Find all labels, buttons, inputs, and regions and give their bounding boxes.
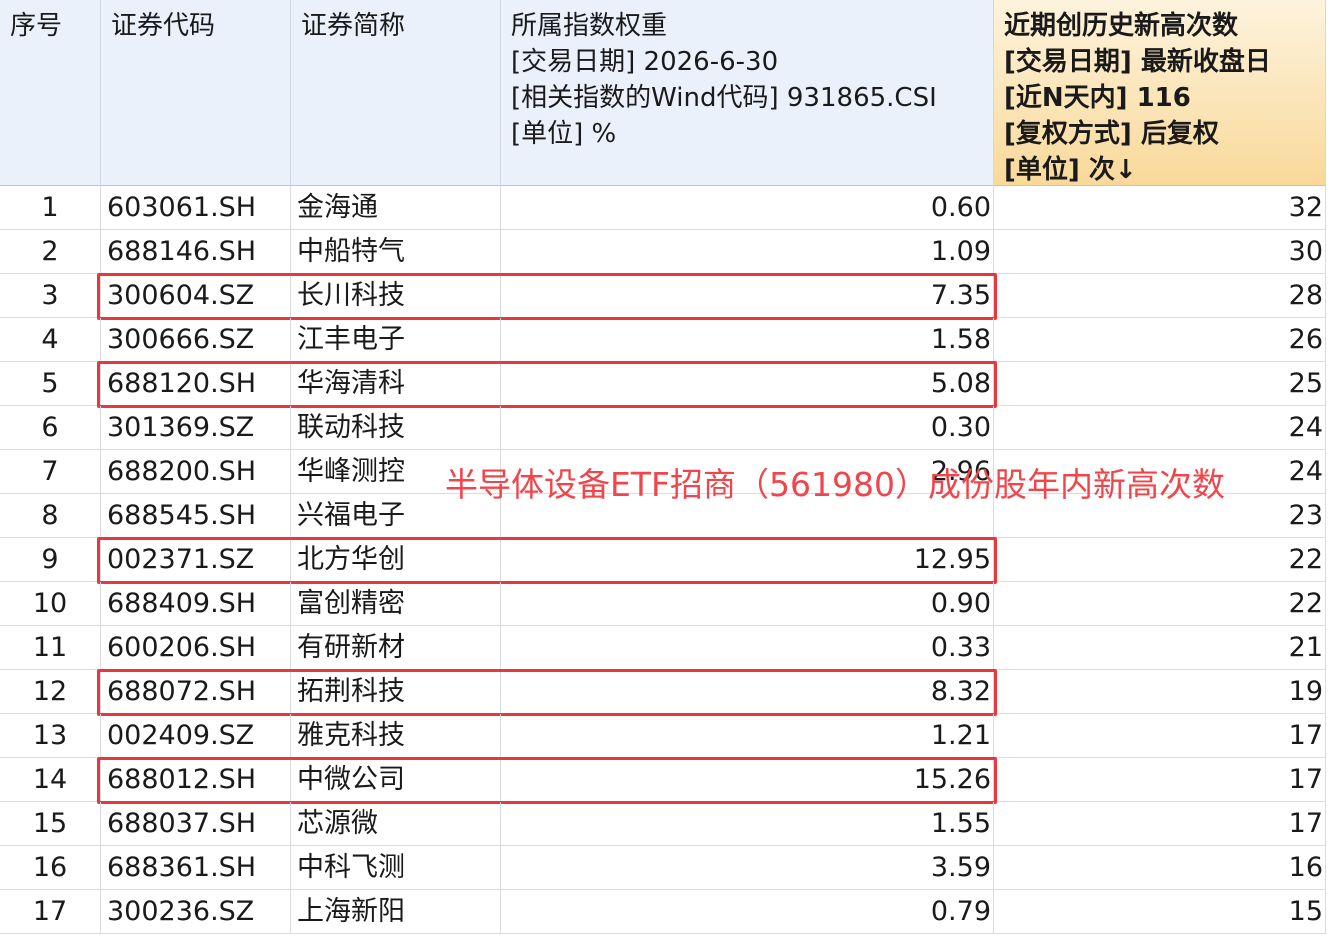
seq-cell: 13 — [0, 714, 101, 758]
name-cell: 富创精密 — [291, 582, 501, 626]
seq-cell: 4 — [0, 318, 101, 362]
table-row[interactable]: 13 002409.SZ 雅克科技 1.21 17 — [0, 714, 1326, 758]
weight-cell: 0.60 — [501, 186, 994, 230]
code-cell: 300236.SZ — [101, 890, 291, 934]
code-cell: 603061.SH — [101, 186, 291, 230]
count-cell: 24 — [994, 406, 1326, 450]
header-code[interactable]: 证券代码 — [101, 0, 291, 186]
seq-cell: 3 — [0, 274, 101, 318]
count-cell: 17 — [994, 758, 1326, 802]
name-cell: 有研新材 — [291, 626, 501, 670]
weight-cell: 1.55 — [501, 802, 994, 846]
seq-cell: 5 — [0, 362, 101, 406]
name-cell: 江丰电子 — [291, 318, 501, 362]
code-cell: 688037.SH — [101, 802, 291, 846]
highlight-box — [97, 669, 997, 716]
weight-cell: 0.33 — [501, 626, 994, 670]
code-cell: 688409.SH — [101, 582, 291, 626]
weight-cell: 0.79 — [501, 890, 994, 934]
weight-cell: 1.09 — [501, 230, 994, 274]
table-row[interactable]: 4 300666.SZ 江丰电子 1.58 26 — [0, 318, 1326, 362]
seq-cell: 16 — [0, 846, 101, 890]
seq-cell: 14 — [0, 758, 101, 802]
table-row[interactable]: 2 688146.SH 中船特气 1.09 30 — [0, 230, 1326, 274]
highlight-box — [97, 273, 997, 320]
count-cell: 26 — [994, 318, 1326, 362]
count-cell: 19 — [994, 670, 1326, 714]
seq-cell: 12 — [0, 670, 101, 714]
count-cell: 22 — [994, 538, 1326, 582]
code-cell: 688200.SH — [101, 450, 291, 494]
count-cell: 32 — [994, 186, 1326, 230]
table-row[interactable]: 10 688409.SH 富创精密 0.90 22 — [0, 582, 1326, 626]
table-row[interactable]: 17 300236.SZ 上海新阳 0.79 15 — [0, 890, 1326, 934]
seq-cell: 10 — [0, 582, 101, 626]
table-row[interactable]: 1 603061.SH 金海通 0.60 32 — [0, 186, 1326, 230]
seq-cell: 11 — [0, 626, 101, 670]
highlight-box — [97, 361, 997, 408]
name-cell: 中科飞测 — [291, 846, 501, 890]
header-index-weight[interactable]: 所属指数权重 [交易日期] 2026-6-30 [相关指数的Wind代码] 93… — [501, 0, 994, 186]
weight-cell: 0.30 — [501, 406, 994, 450]
code-cell: 688361.SH — [101, 846, 291, 890]
stock-table: 序号 证券代码 证券简称 所属指数权重 [交易日期] 2026-6-30 [相关… — [0, 0, 1342, 936]
count-cell: 15 — [994, 890, 1326, 934]
count-cell: 28 — [994, 274, 1326, 318]
seq-cell: 6 — [0, 406, 101, 450]
weight-cell: 1.21 — [501, 714, 994, 758]
highlight-box — [97, 537, 997, 584]
count-cell: 21 — [994, 626, 1326, 670]
table-row[interactable]: 15 688037.SH 芯源微 1.55 17 — [0, 802, 1326, 846]
seq-cell: 1 — [0, 186, 101, 230]
name-cell: 芯源微 — [291, 802, 501, 846]
seq-cell: 17 — [0, 890, 101, 934]
count-cell: 25 — [994, 362, 1326, 406]
weight-cell: 0.90 — [501, 582, 994, 626]
seq-cell: 9 — [0, 538, 101, 582]
code-cell: 301369.SZ — [101, 406, 291, 450]
overlay-caption: 半导体设备ETF招商（561980）成份股年内新高次数 — [445, 465, 1225, 504]
header-seq[interactable]: 序号 — [0, 0, 101, 186]
name-cell: 上海新阳 — [291, 890, 501, 934]
header-name[interactable]: 证券简称 — [291, 0, 501, 186]
highlight-box — [97, 757, 997, 804]
name-cell: 金海通 — [291, 186, 501, 230]
table-row[interactable]: 11 600206.SH 有研新材 0.33 21 — [0, 626, 1326, 670]
code-cell: 002409.SZ — [101, 714, 291, 758]
table-row[interactable]: 16 688361.SH 中科飞测 3.59 16 — [0, 846, 1326, 890]
count-cell: 17 — [994, 802, 1326, 846]
count-cell: 22 — [994, 582, 1326, 626]
count-cell: 16 — [994, 846, 1326, 890]
code-cell: 300666.SZ — [101, 318, 291, 362]
seq-cell: 7 — [0, 450, 101, 494]
name-cell: 联动科技 — [291, 406, 501, 450]
weight-cell: 3.59 — [501, 846, 994, 890]
code-cell: 600206.SH — [101, 626, 291, 670]
seq-cell: 2 — [0, 230, 101, 274]
name-cell: 雅克科技 — [291, 714, 501, 758]
code-cell: 688146.SH — [101, 230, 291, 274]
seq-cell: 8 — [0, 494, 101, 538]
name-cell: 中船特气 — [291, 230, 501, 274]
count-cell: 30 — [994, 230, 1326, 274]
table-row[interactable]: 6 301369.SZ 联动科技 0.30 24 — [0, 406, 1326, 450]
weight-cell: 1.58 — [501, 318, 994, 362]
header-new-high-count[interactable]: 近期创历史新高次数 [交易日期] 最新收盘日 [近N天内] 116 [复权方式]… — [994, 0, 1326, 186]
count-cell: 17 — [994, 714, 1326, 758]
code-cell: 688545.SH — [101, 494, 291, 538]
seq-cell: 15 — [0, 802, 101, 846]
